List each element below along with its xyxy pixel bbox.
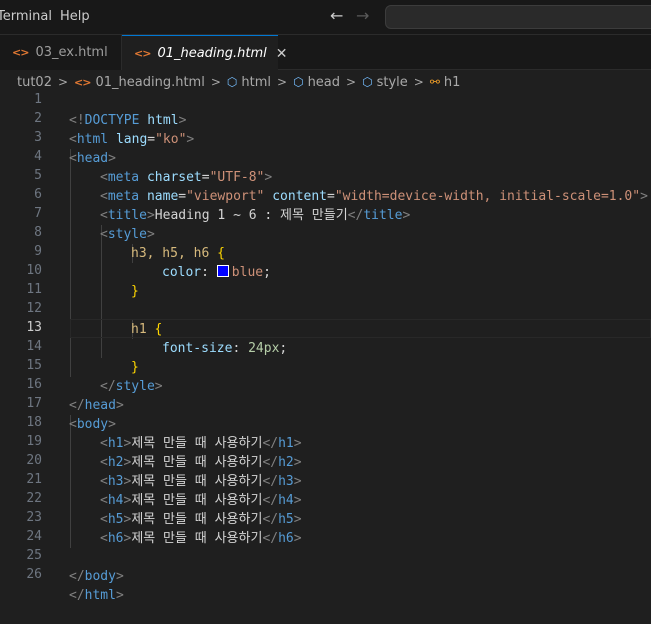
back-arrow-icon[interactable]: ←	[330, 6, 343, 25]
chevron-right-icon: >	[346, 75, 357, 89]
code-line: </style>	[0, 358, 651, 394]
code-line: </html>	[0, 567, 651, 603]
code-line: <style>	[0, 206, 651, 242]
chevron-right-icon: >	[277, 75, 288, 89]
breadcrumb-file[interactable]: 01_heading.html	[95, 75, 204, 90]
element-cube-icon: ⬡	[362, 75, 373, 89]
tab-03-ex-html[interactable]: <> 03_ex.html	[0, 35, 122, 70]
code-line: <!DOCTYPE html>	[0, 92, 651, 128]
breadcrumb-h1[interactable]: h1	[444, 75, 461, 90]
tab-label: 01_heading.html	[157, 46, 267, 61]
breadcrumb: tut02 > <> 01_heading.html > ⬡ html > ⬡ …	[17, 71, 460, 93]
menu-terminal[interactable]: Terminal	[0, 9, 52, 24]
command-center-search[interactable]	[385, 5, 651, 29]
title-bar: Terminal Help ← →	[0, 0, 651, 35]
code-line: <h1>제목 만들 때 사용하기</h1>	[0, 415, 651, 451]
html-file-icon: <>	[134, 47, 151, 60]
forward-arrow-icon[interactable]: →	[356, 6, 369, 25]
code-line: <h2>제목 만들 때 사용하기</h2>	[0, 434, 651, 470]
menu-help[interactable]: Help	[60, 9, 90, 24]
element-cube-icon: ⬡	[293, 75, 304, 89]
breadcrumb-style[interactable]: style	[377, 75, 408, 90]
close-icon[interactable]: ✕	[276, 46, 288, 62]
chevron-right-icon: >	[413, 75, 424, 89]
chevron-right-icon: >	[57, 75, 69, 89]
code-line: <h3>제목 만들 때 사용하기</h3>	[0, 453, 651, 489]
code-line: h1 {	[0, 301, 651, 337]
code-line: </body>	[0, 548, 651, 584]
code-line: }	[0, 263, 651, 299]
code-line: <h5>제목 만들 때 사용하기</h5>	[0, 491, 651, 527]
tab-bar: <> 03_ex.html <> 01_heading.html ✕	[0, 35, 651, 71]
code-line: </head>	[0, 377, 651, 413]
css-selector-icon: ⚯	[429, 75, 440, 89]
chevron-right-icon: >	[210, 75, 221, 89]
code-line: <meta charset="UTF-8">	[0, 149, 651, 185]
html-file-icon: <>	[74, 75, 91, 89]
code-line: h3, h5, h6 {	[0, 225, 651, 261]
code-line: <title>Heading 1 ~ 6 : 제목 만들기</title>	[0, 187, 651, 223]
tab-label: 03_ex.html	[35, 45, 108, 60]
code-line: }	[0, 339, 651, 375]
code-line-active: font-size: 24px;	[0, 320, 651, 356]
code-line: <meta name="viewport" content="width=dev…	[0, 168, 651, 204]
tab-01-heading-html[interactable]: <> 01_heading.html ✕	[122, 35, 288, 71]
code-text: }	[131, 284, 139, 299]
code-line: <h4>제목 만들 때 사용하기</h4>	[0, 472, 651, 508]
element-cube-icon: ⬡	[226, 75, 238, 89]
breadcrumb-folder[interactable]: tut02	[17, 75, 52, 90]
breadcrumb-head[interactable]: head	[308, 75, 340, 90]
code-line: <h6>제목 만들 때 사용하기</h6>	[0, 510, 651, 546]
code-line: color: blue;	[0, 244, 651, 280]
code-line: <body>	[0, 396, 651, 432]
code-editor[interactable]: 1 2 3 4 5 6 7 8 9 10 11 12 13 14 15 16 1…	[0, 92, 651, 603]
code-text: <h6>제목 만들 때 사용하기</h6>	[100, 531, 302, 546]
code-line: <html lang="ko">	[0, 111, 651, 147]
html-file-icon: <>	[12, 46, 29, 59]
code-line: <head>	[0, 130, 651, 166]
code-text: </html>	[69, 588, 124, 603]
breadcrumb-html[interactable]: html	[241, 75, 271, 90]
